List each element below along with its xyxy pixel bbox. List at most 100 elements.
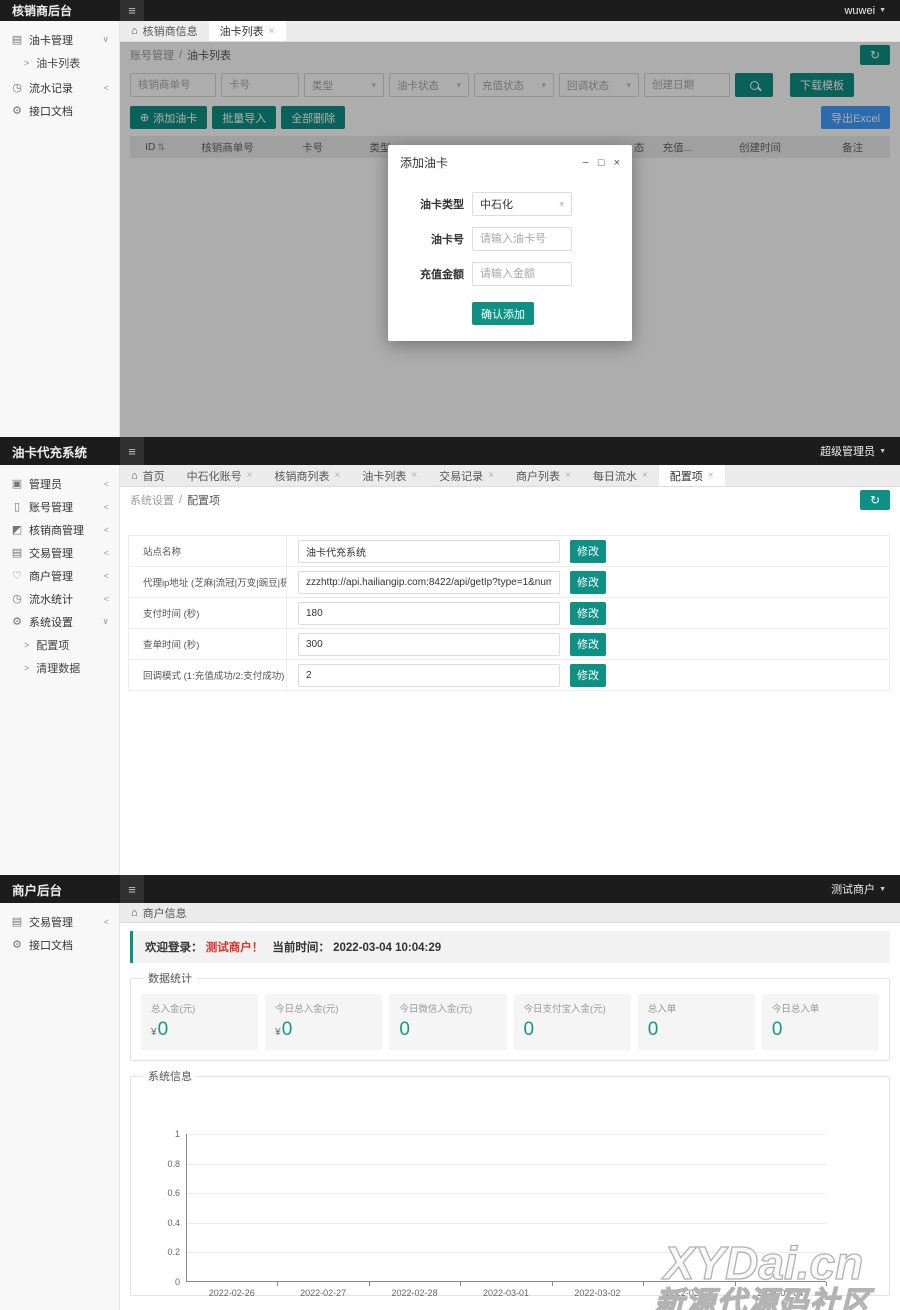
chevron-right-icon: >: [24, 57, 30, 68]
modal-header: 添加油卡 − □ ×: [388, 145, 632, 173]
add-oilcard-modal: 添加油卡 − □ × 油卡类型 中石化 ▾ 油卡号 请输入油卡号 充值金额 请输…: [388, 145, 632, 341]
sidebar-item-api-docs[interactable]: ⚙ 接口文档: [0, 933, 119, 956]
stats-legend: 数据统计: [148, 973, 192, 985]
callback-mode-input[interactable]: [298, 663, 560, 687]
home-icon: ⌂: [131, 25, 138, 37]
x-tick-label: 2022-03-01: [482, 1288, 529, 1298]
y-axis: [186, 1134, 187, 1282]
sidebar-item-admin[interactable]: ▣ 管理员 <: [0, 472, 119, 495]
tab-merchant-info[interactable]: ⌂ 商户信息: [120, 903, 198, 922]
sidebar-item-api-docs[interactable]: ⚙ 接口文档: [0, 99, 119, 122]
tab-verifier-info[interactable]: ⌂ 核销商信息: [120, 21, 209, 41]
config-row-site-name: 站点名称 修改: [129, 536, 889, 567]
pay-timeout-input[interactable]: [298, 601, 560, 625]
sidebar-item-trade-mgmt[interactable]: ▤ 交易管理 <: [0, 541, 119, 564]
close-icon[interactable]: ×: [614, 157, 620, 169]
close-icon[interactable]: ×: [247, 470, 253, 481]
tab-oilcard-list[interactable]: 油卡列表 ×: [351, 465, 428, 486]
x-tick-label: 2022-03-02: [574, 1288, 621, 1298]
person-icon: ◩: [11, 524, 23, 536]
close-icon[interactable]: ×: [488, 470, 494, 481]
tab-config[interactable]: 配置项 ×: [658, 465, 725, 486]
modal-title: 添加油卡: [400, 156, 449, 170]
oilcard-type-label: 油卡类型: [420, 199, 464, 211]
sidebar-item-clean-data[interactable]: > 清理数据: [0, 656, 119, 679]
stat-card-today-alipay: 今日支付宝入金(元) 0: [513, 994, 631, 1050]
proxy-ip-input[interactable]: [298, 570, 560, 594]
s2-username: 超级管理员: [820, 446, 876, 458]
close-icon[interactable]: ×: [335, 470, 341, 481]
site-name-input[interactable]: [298, 539, 560, 563]
verifier-admin-section: 核销商后台 ≡ wuwei ▼ ▤ 油卡管理 ∨ > 油卡列表 ◷ 流水记录 <…: [0, 0, 900, 437]
clock-icon: ◷: [12, 593, 22, 605]
sidebar-item-account-mgmt[interactable]: ▯ 账号管理 <: [0, 495, 119, 518]
chevron-left-icon: <: [103, 478, 109, 489]
s3-sidebar: ▤ 交易管理 < ⚙ 接口文档: [0, 903, 120, 1310]
sidebar-item-config[interactable]: > 配置项: [0, 633, 119, 656]
tab-home[interactable]: ⌂ 首页: [120, 465, 176, 486]
s3-tabstrip: ⌂ 商户信息: [120, 903, 900, 923]
chevron-left-icon: <: [103, 916, 109, 927]
system-info-fieldset: 系统信息 1 0.8 0.6 0.4 0.2 0 2022-02-26 2022…: [130, 1068, 890, 1298]
hamburger-menu-button[interactable]: ≡: [120, 437, 144, 465]
modify-button[interactable]: 修改: [570, 601, 606, 625]
sidebar-item-system-settings[interactable]: ⚙ 系统设置 ∨: [0, 610, 119, 633]
minimize-icon[interactable]: −: [582, 157, 588, 169]
hamburger-menu-button[interactable]: ≡: [120, 875, 144, 903]
chevron-left-icon: <: [103, 524, 109, 535]
close-icon[interactable]: ×: [708, 470, 714, 481]
config-row-callback-mode: 回调模式 (1:充值成功/2:支付成功) 修改: [129, 660, 889, 691]
s1-user-menu[interactable]: wuwei ▼: [844, 5, 900, 17]
modify-button[interactable]: 修改: [570, 539, 606, 563]
stat-card-total-in: 总入金(元) ¥0: [141, 994, 259, 1050]
yuan-symbol: ¥: [151, 1027, 157, 1038]
database-icon: ▤: [11, 547, 23, 559]
s2-user-menu[interactable]: 超级管理员 ▼: [820, 443, 900, 459]
recharge-amount-input[interactable]: [472, 262, 572, 286]
home-icon: ⌂: [131, 906, 138, 919]
s2-content: 站点名称 修改 代理ip地址 (芝麻|流冠|万变|豌豆|极光) 修改 支付时间 …: [120, 513, 900, 875]
s3-user-menu[interactable]: 测试商户 ▼: [831, 881, 900, 897]
y-tick-label: 0.6: [167, 1188, 180, 1199]
stat-card-today-orders: 今日总入单 0: [761, 994, 880, 1050]
tab-merchant-list[interactable]: 商户列表 ×: [505, 465, 582, 486]
close-icon[interactable]: ×: [565, 470, 571, 481]
sidebar-item-oilcard-mgmt[interactable]: ▤ 油卡管理 ∨: [0, 28, 119, 51]
sidebar-item-verifier-mgmt[interactable]: ◩ 核销商管理 <: [0, 518, 119, 541]
modify-button[interactable]: 修改: [570, 570, 606, 594]
sidebar-item-trade-mgmt[interactable]: ▤ 交易管理 <: [0, 910, 119, 933]
maximize-icon[interactable]: □: [598, 157, 605, 169]
query-timeout-input[interactable]: [298, 632, 560, 656]
tab-trade-records[interactable]: 交易记录 ×: [428, 465, 505, 486]
clock-icon: ◷: [12, 82, 22, 94]
sidebar-item-merchant-mgmt[interactable]: ♡ 商户管理 <: [0, 564, 119, 587]
close-icon[interactable]: ×: [269, 26, 275, 37]
sidebar-item-flow-records[interactable]: ◷ 流水记录 <: [0, 76, 119, 99]
tab-daily-flow[interactable]: 每日流水 ×: [582, 465, 659, 486]
close-icon[interactable]: ×: [411, 470, 417, 481]
tab-oilcard-list[interactable]: 油卡列表 ×: [208, 21, 286, 41]
caret-down-icon: ▼: [879, 885, 886, 893]
oilcard-type-select[interactable]: 中石化 ▾: [472, 192, 572, 216]
s3-username: 测试商户: [831, 884, 876, 896]
x-tick-label: 2022-02-27: [300, 1288, 347, 1298]
yuan-symbol: ¥: [275, 1027, 281, 1038]
current-time: 2022-03-04 10:04:29: [333, 942, 442, 954]
tab-sinopec-accounts[interactable]: 中石化账号 ×: [176, 465, 264, 486]
sidebar-item-oilcard-list[interactable]: > 油卡列表: [0, 51, 119, 74]
tab-verifier-list[interactable]: 核销商列表 ×: [264, 465, 352, 486]
confirm-add-button[interactable]: 确认添加: [472, 302, 534, 325]
refresh-button[interactable]: ↻: [860, 490, 890, 510]
hamburger-icon: ≡: [128, 443, 136, 459]
oilcard-no-input[interactable]: [472, 227, 572, 251]
modify-button[interactable]: 修改: [570, 632, 606, 656]
modify-button[interactable]: 修改: [570, 663, 606, 687]
hamburger-menu-button[interactable]: ≡: [120, 0, 144, 21]
merchant-admin-section: 商户后台 ≡ 测试商户 ▼ ▤ 交易管理 < ⚙ 接口文档 ⌂ 商户信息 欢迎登…: [0, 875, 900, 1310]
chevron-right-icon: >: [24, 639, 30, 650]
x-tick-label: 2022-02-26: [208, 1288, 255, 1298]
s1-tabstrip: ⌂ 核销商信息 油卡列表 ×: [120, 21, 900, 42]
close-icon[interactable]: ×: [642, 470, 648, 481]
database-icon: ▤: [11, 916, 23, 928]
sidebar-item-flow-stats[interactable]: ◷ 流水统计 <: [0, 587, 119, 610]
